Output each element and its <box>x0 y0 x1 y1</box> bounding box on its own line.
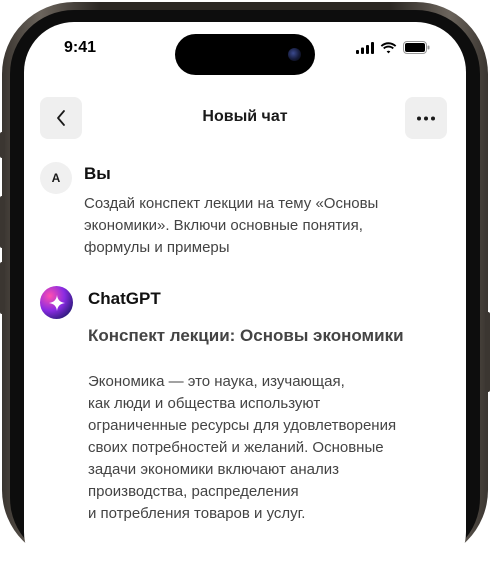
user-author-name: Вы <box>84 164 111 183</box>
chatgpt-avatar <box>40 286 73 319</box>
message-line: производства, распределения <box>88 483 299 500</box>
volume-up-button <box>0 196 5 248</box>
phone-screen: 9:41 Новый чат A Вы Создай конспект лекц… <box>24 22 466 582</box>
status-time: 9:41 <box>64 39 97 56</box>
dynamic-island <box>175 34 315 75</box>
more-options-button[interactable] <box>405 97 447 139</box>
sparkle-icon <box>48 294 65 311</box>
silent-switch <box>0 132 5 158</box>
signal-icon <box>356 41 374 54</box>
page-title: Новый чат <box>202 108 288 125</box>
ellipsis-icon <box>417 116 435 120</box>
battery-icon <box>403 41 430 54</box>
assistant-message-text: Экономика — это наука, изучающая, как лю… <box>88 371 453 525</box>
message-line: и потребления товаров и услуг. <box>88 505 306 522</box>
user-message-text: Создай конспект лекции на тему «Основы э… <box>84 193 424 259</box>
assistant-author-name: ChatGPT <box>88 289 161 308</box>
status-icons <box>356 41 430 54</box>
message-line: Создай конспект лекции на тему «Основы <box>84 195 379 212</box>
volume-down-button <box>0 262 5 314</box>
message-line: своих потребностей и желаний. Основные <box>88 439 384 456</box>
power-button <box>485 312 490 392</box>
message-line: экономики». Включи основные понятия, <box>84 217 363 234</box>
message-line: задачи экономики включают анализ <box>88 461 339 478</box>
camera-icon <box>288 48 301 61</box>
message-line: формулы и примеры <box>84 239 230 256</box>
message-line: как люди и общества используют <box>88 395 321 412</box>
response-heading: Конспект лекции: Основы экономики <box>88 326 404 345</box>
message-line: Экономика — это наука, изучающая, <box>88 373 345 390</box>
message-line: ограниченные ресурсы для удовлетворения <box>88 417 397 434</box>
wifi-icon <box>380 41 397 53</box>
user-avatar: A <box>40 162 72 194</box>
